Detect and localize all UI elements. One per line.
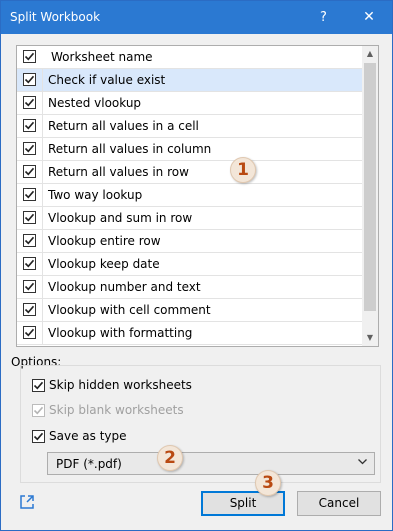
worksheet-row[interactable]: Vlookup with cell comment (17, 299, 362, 322)
save-as-type-checkbox[interactable] (32, 430, 45, 443)
worksheet-checkbox[interactable] (23, 165, 36, 178)
worksheet-name: Return all values in a cell (48, 119, 199, 133)
scroll-up-arrow-icon[interactable]: ▲ (362, 46, 378, 62)
worksheet-row[interactable]: Return all values in row (17, 161, 362, 184)
worksheet-name: Nested vlookup (48, 96, 142, 110)
column-divider (42, 138, 43, 161)
worksheet-row[interactable]: Vlookup entire row (17, 230, 362, 253)
checkmark-icon (24, 167, 35, 176)
external-link-icon[interactable] (18, 493, 36, 511)
worksheet-row[interactable]: Return all values in a cell (17, 115, 362, 138)
checkmark-icon (24, 98, 35, 107)
checkmark-icon (24, 121, 35, 130)
worksheet-checkbox[interactable] (23, 257, 36, 270)
select-all-checkbox[interactable] (23, 50, 36, 63)
worksheet-row[interactable]: Vlookup number and text (17, 276, 362, 299)
worksheet-row[interactable]: Return all values in column (17, 138, 362, 161)
skip-hidden-label: Skip hidden worksheets (49, 378, 192, 392)
worksheet-name: Vlookup with formatting (48, 326, 193, 340)
worksheet-name: Vlookup keep date (48, 257, 160, 271)
worksheet-name: Return all values in row (48, 165, 189, 179)
checkmark-icon (24, 236, 35, 245)
scroll-down-arrow-icon[interactable]: ▼ (362, 330, 378, 346)
column-divider (42, 276, 43, 299)
checkmark-icon (33, 381, 44, 390)
worksheet-name: Vlookup number and text (48, 280, 201, 294)
column-divider (42, 299, 43, 322)
callout-badge-2: 2 (157, 445, 183, 471)
worksheet-checkbox[interactable] (23, 303, 36, 316)
checkmark-icon (24, 190, 35, 199)
split-workbook-dialog: Split Workbook ? ✕ Worksheet name Check … (0, 0, 393, 531)
checkmark-icon (33, 406, 44, 415)
checkmark-icon (24, 213, 35, 222)
skip-hidden-checkbox[interactable] (32, 379, 45, 392)
callout-badge-3: 3 (255, 470, 281, 496)
worksheet-row[interactable]: Vlookup and sum in row (17, 207, 362, 230)
list-scrollbar[interactable]: ▲ ▼ (362, 46, 378, 346)
list-header-row[interactable]: Worksheet name (17, 46, 362, 69)
checkmark-icon (24, 282, 35, 291)
worksheet-checkbox[interactable] (23, 234, 36, 247)
checkmark-icon (24, 52, 35, 61)
worksheet-row[interactable]: Two way lookup (17, 184, 362, 207)
column-divider (42, 115, 43, 138)
chevron-down-icon[interactable] (357, 456, 368, 470)
column-divider (42, 161, 43, 184)
scroll-thumb[interactable] (364, 63, 376, 311)
column-divider (42, 253, 43, 276)
worksheet-row[interactable]: Check if value exist (17, 69, 362, 92)
column-divider (42, 207, 43, 230)
worksheet-row[interactable]: Vlookup with formatting (17, 322, 362, 345)
worksheet-name-header: Worksheet name (51, 50, 153, 64)
worksheet-checkbox[interactable] (23, 211, 36, 224)
worksheet-checkbox[interactable] (23, 73, 36, 86)
worksheet-checkbox[interactable] (23, 280, 36, 293)
worksheet-row[interactable]: Nested vlookup (17, 92, 362, 115)
worksheet-checkbox[interactable] (23, 326, 36, 339)
checkmark-icon (24, 328, 35, 337)
worksheet-name: Vlookup with cell comment (48, 303, 211, 317)
column-divider (42, 92, 43, 115)
worksheet-checkbox[interactable] (23, 142, 36, 155)
title-bar[interactable]: Split Workbook ? ✕ (1, 1, 392, 34)
worksheet-name: Return all values in column (48, 142, 212, 156)
column-divider (42, 322, 43, 345)
checkmark-icon (24, 259, 35, 268)
skip-blank-label: Skip blank worksheets (49, 403, 184, 417)
worksheet-name: Vlookup entire row (48, 234, 161, 248)
column-divider (42, 230, 43, 253)
checkmark-icon (24, 75, 35, 84)
save-as-type-label: Save as type (49, 429, 127, 443)
worksheet-name: Check if value exist (48, 73, 166, 87)
checkmark-icon (24, 144, 35, 153)
help-button[interactable]: ? (301, 1, 346, 34)
dialog-title: Split Workbook (10, 10, 101, 24)
worksheet-checkbox[interactable] (23, 119, 36, 132)
checkmark-icon (33, 432, 44, 441)
worksheet-name: Two way lookup (48, 188, 143, 202)
skip-blank-checkbox (32, 404, 45, 417)
file-type-select[interactable]: PDF (*.pdf) (47, 452, 375, 475)
worksheet-checkbox[interactable] (23, 96, 36, 109)
cancel-button[interactable]: Cancel (297, 491, 381, 516)
checkmark-icon (24, 305, 35, 314)
close-button[interactable]: ✕ (346, 1, 392, 34)
worksheet-checkbox[interactable] (23, 188, 36, 201)
worksheet-row[interactable]: Vlookup keep date (17, 253, 362, 276)
column-divider (42, 69, 43, 92)
file-type-value: PDF (*.pdf) (56, 457, 122, 471)
worksheet-name: Vlookup and sum in row (48, 211, 193, 225)
column-divider (42, 184, 43, 207)
worksheet-list[interactable]: Worksheet name Check if value exist Neste… (16, 45, 379, 347)
callout-badge-1: 1 (230, 157, 256, 183)
